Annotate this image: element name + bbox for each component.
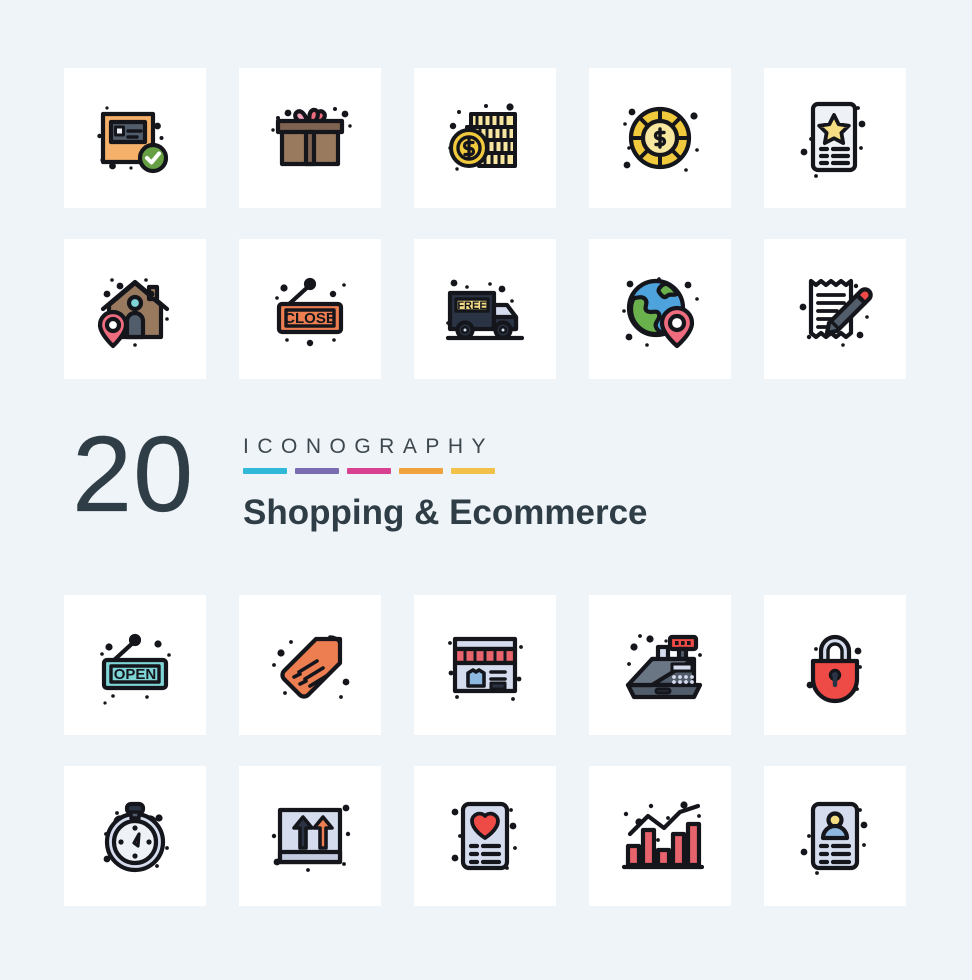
padlock-secure-icon [806,634,862,704]
icon-card-wishlist-star[interactable] [764,68,906,208]
receipt-edit-icon [799,278,873,347]
icon-card-dollar-coin[interactable] [589,68,731,208]
icon-card-price-tag[interactable] [239,595,381,735]
accent-bar-pink [347,468,391,474]
gift-box-icon [271,107,352,167]
icon-grid-bottom: OPEN [64,595,906,906]
icon-card-shop-storefront[interactable] [414,595,556,735]
title-band: 20 ICONOGRAPHY Shopping & Ecommerce [64,418,904,578]
free-delivery-truck-icon: FREE [445,279,525,341]
icon-card-global-location[interactable] [589,239,731,379]
user-profile-card-icon [800,801,868,875]
star-rated-list-icon [800,101,866,178]
close-sign-icon: CLOSE [275,277,346,347]
close-sign-text: CLOSE [284,310,336,327]
home-location-icon [97,278,170,349]
open-sign-icon: OPEN [100,633,171,705]
free-badge-text: FREE [457,300,486,312]
this-side-up-box-icon [271,804,351,872]
grid-row-gap [64,208,906,239]
accent-bar-purple [295,468,339,474]
open-sign-text: OPEN [114,666,157,683]
accent-bar-orange [399,468,443,474]
icon-count: 20 [72,413,195,534]
icon-card-gift-box[interactable] [239,68,381,208]
shop-storefront-icon [448,636,523,701]
icon-card-close-sign[interactable]: CLOSE [239,239,381,379]
icon-card-coin-stack[interactable] [414,68,556,208]
coin-stack-icon [448,103,517,171]
price-tag-icon [272,635,350,699]
icon-card-padlock-secure[interactable] [764,595,906,735]
package-verified-icon [97,106,169,174]
accent-bar-cyan [243,468,287,474]
cash-register-icon [625,634,703,700]
icon-card-receipt-edit[interactable] [764,239,906,379]
icon-card-home-location[interactable] [64,239,206,379]
icon-card-package-verified[interactable] [64,68,206,208]
icon-card-free-delivery[interactable]: FREE [414,239,556,379]
dollar-coin-icon [623,106,699,172]
icon-card-user-profile[interactable] [764,766,906,906]
icon-grid-top: CLOSE FREE [64,68,906,379]
grid-row-gap [64,735,906,766]
pack-title: Shopping & Ecommerce [243,493,648,532]
global-location-icon [622,277,699,349]
icon-card-growth-chart[interactable] [589,766,731,906]
accent-bar-yellow [451,468,495,474]
icon-card-stopwatch[interactable] [64,766,206,906]
title-text-block: ICONOGRAPHY Shopping & Ecommerce [243,436,648,530]
icon-card-this-side-up[interactable] [239,766,381,906]
icon-pack-sheet: CLOSE FREE 20 ICONOGRAPHY Shopping & Eco… [0,0,972,980]
icon-card-wishlist-heart[interactable] [414,766,556,906]
stopwatch-icon [103,801,169,873]
eyebrow-label: ICONOGRAPHY [243,435,495,458]
accent-bars [243,468,648,474]
icon-card-open-sign[interactable]: OPEN [64,595,206,735]
growth-bar-chart-icon [621,801,705,870]
wishlist-heart-icon [451,801,517,871]
icon-card-cash-register[interactable] [589,595,731,735]
